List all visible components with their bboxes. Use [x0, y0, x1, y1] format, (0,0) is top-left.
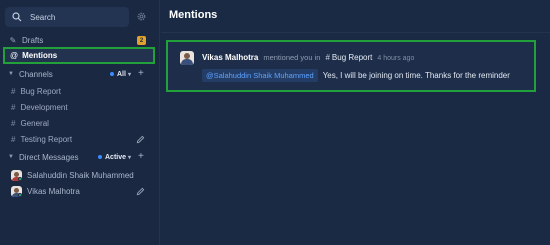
channels-filter[interactable]: All ▾ — [110, 68, 131, 80]
pencil-icon: ✎ — [9, 36, 17, 45]
app-window: Search ✎ Drafts 2 @ Mentions ▼ Channels … — [0, 0, 550, 245]
channel-label: Testing Report — [20, 135, 73, 144]
mention-timestamp: 4 hours ago — [377, 55, 415, 62]
channel-label: Bug Report — [20, 87, 61, 96]
sidebar-item-drafts[interactable]: ✎ Drafts — [8, 34, 44, 47]
sidebar-item-dm[interactable]: Salahuddin Shaik Muhammed — [11, 168, 134, 182]
search-icon — [12, 12, 22, 22]
channel-label: General — [20, 119, 49, 128]
hash-icon: # — [11, 135, 16, 144]
mention-body: @Salahuddin Shaik Muhammed Yes, I will b… — [202, 69, 510, 82]
filter-dot-icon — [98, 155, 102, 159]
channels-header[interactable]: ▼ Channels — [8, 68, 53, 80]
sidebar-item-channel[interactable]: # General — [11, 117, 49, 130]
sidebar: Search ✎ Drafts 2 @ Mentions ▼ Channels … — [0, 0, 160, 245]
at-icon: @ — [10, 51, 19, 60]
dm-label: Salahuddin Shaik Muhammed — [27, 170, 134, 180]
gear-icon[interactable] — [136, 11, 147, 22]
mention-message: Yes, I will be joining on time. Thanks f… — [322, 71, 510, 80]
mention-author[interactable]: Vikas Malhotra — [202, 53, 258, 62]
filter-dot-icon — [110, 72, 114, 76]
chevron-down-icon: ▼ — [8, 154, 14, 160]
online-status-icon — [18, 192, 22, 197]
drafts-label: Drafts — [22, 36, 44, 45]
hash-icon: # — [11, 119, 16, 128]
edit-icon[interactable] — [136, 187, 145, 196]
sidebar-item-channel[interactable]: # Development — [11, 101, 68, 114]
mention-channel-label: Bug Report — [331, 53, 373, 62]
divider — [161, 32, 550, 33]
chevron-down-icon: ▼ — [8, 71, 14, 77]
sidebar-item-dm[interactable]: Vikas Malhotra — [11, 184, 80, 198]
mention-verb: mentioned you in — [263, 53, 321, 62]
caret-down-icon: ▾ — [127, 71, 131, 78]
avatar — [11, 185, 22, 197]
mention-card[interactable]: Vikas Malhotra mentioned you in # Bug Rep… — [166, 40, 536, 92]
dm-label: Vikas Malhotra — [27, 186, 80, 196]
sidebar-item-channel[interactable]: # Bug Report — [11, 85, 61, 98]
search-placeholder: Search — [30, 12, 56, 22]
online-status-icon — [18, 176, 22, 181]
mention-channel-link[interactable]: # Bug Report — [325, 53, 372, 62]
mention-tag[interactable]: @Salahuddin Shaik Muhammed — [202, 69, 318, 82]
main-panel: Mentions Vikas Malhotra mentioned you in… — [161, 0, 550, 245]
page-title: Mentions — [169, 9, 218, 21]
add-direct-message-button[interactable]: + — [138, 151, 144, 163]
avatar — [11, 169, 22, 181]
hash-icon: # — [11, 103, 16, 112]
caret-down-icon: ▾ — [128, 154, 132, 161]
hash-icon: # — [11, 87, 16, 96]
sidebar-item-mentions[interactable]: @ Mentions — [3, 47, 155, 64]
direct-messages-filter-label: Active — [105, 153, 127, 161]
direct-messages-header[interactable]: ▼ Direct Messages — [8, 151, 79, 163]
drafts-count-badge: 2 — [137, 36, 146, 45]
add-channel-button[interactable]: + — [138, 68, 144, 80]
direct-messages-filter[interactable]: Active ▾ — [98, 151, 131, 163]
channel-label: Development — [20, 103, 68, 112]
sidebar-item-channel[interactable]: # Testing Report — [11, 133, 72, 146]
mention-header: Vikas Malhotra mentioned you in # Bug Rep… — [202, 53, 414, 62]
avatar — [180, 51, 194, 65]
channels-filter-label: All — [117, 70, 126, 78]
direct-messages-header-label: Direct Messages — [18, 152, 79, 162]
search-box[interactable]: Search — [5, 7, 129, 27]
channels-header-label: Channels — [18, 69, 53, 79]
hash-icon: # — [325, 53, 330, 62]
edit-icon[interactable] — [136, 135, 145, 144]
mentions-label: Mentions — [22, 51, 58, 60]
